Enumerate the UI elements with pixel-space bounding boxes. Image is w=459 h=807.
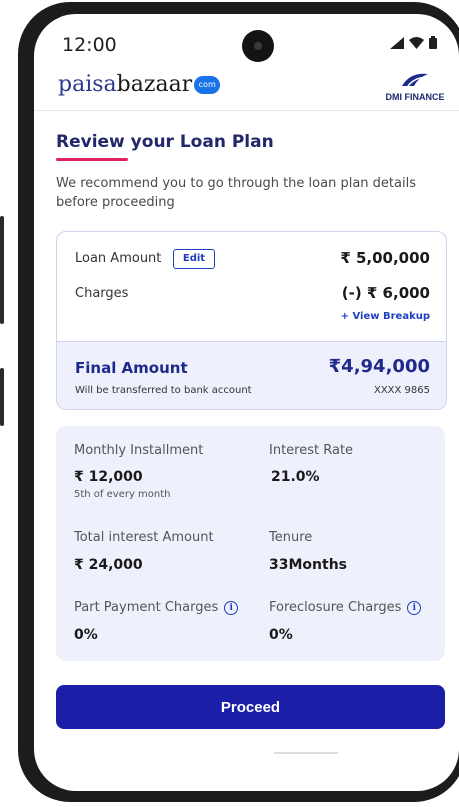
status-time: 12:00 (62, 34, 117, 56)
page-title: Review your Loan Plan (56, 132, 274, 152)
app-header: paisabazaar com DMI FINANCE (34, 64, 459, 111)
foreclosure-label: Foreclosure Charges i (269, 600, 422, 615)
foreclosure-label-text: Foreclosure Charges (269, 600, 402, 615)
title-underline (56, 158, 128, 161)
camera-icon (242, 30, 274, 62)
wifi-icon (409, 36, 424, 49)
loan-amount-value: ₹ 5,00,000 (340, 249, 430, 267)
loan-details-panel: Monthly Installment ₹ 12,000 5th of ever… (56, 426, 445, 661)
part-payment-label-text: Part Payment Charges (74, 600, 219, 615)
paisabazaar-logo[interactable]: paisabazaar com (58, 72, 221, 97)
foreclosure-value: 0% (269, 627, 293, 643)
dmi-finance-logo: DMI FINANCE (385, 70, 445, 102)
proceed-button[interactable]: Proceed (56, 685, 445, 729)
info-icon[interactable]: i (407, 600, 422, 615)
account-number: XXXX 9865 (373, 385, 430, 396)
signal-icon (390, 36, 404, 49)
interest-rate-label: Interest Rate (269, 443, 354, 458)
battery-icon (429, 36, 437, 49)
phone-side-button-upper (0, 216, 4, 324)
status-bar: 12:00 (34, 14, 459, 64)
tenure-value: 33Months (269, 557, 347, 573)
page-subtitle: We recommend you to go through the loan … (56, 176, 416, 210)
transfer-note: Will be transferred to bank account (75, 385, 252, 396)
logo-text-paisa: paisa (58, 72, 117, 97)
monthly-installment-label: Monthly Installment (74, 443, 204, 458)
monthly-installment-note: 5th of every month (74, 489, 171, 500)
loan-amount-label: Loan Amount (75, 251, 162, 266)
status-icons (390, 36, 437, 49)
logo-badge: com (194, 76, 221, 94)
tenure-label: Tenure (269, 530, 313, 545)
app-screen: 12:00 paisabazaar com DMI FINANCE Review … (34, 14, 459, 791)
dmi-logo-icon (402, 73, 428, 87)
phone-side-button-lower (0, 368, 4, 426)
bottom-hint-line (274, 752, 338, 754)
final-amount-section: Final Amount ₹4,94,000 Will be transferr… (57, 341, 446, 409)
charges-value: (-) ₹ 6,000 (341, 284, 430, 302)
charges-label: Charges (75, 286, 129, 301)
total-interest-value: ₹ 24,000 (74, 557, 143, 573)
loan-amount-card: Loan Amount Edit ₹ 5,00,000 Charges (-) … (56, 231, 447, 410)
final-amount-label: Final Amount (75, 359, 188, 377)
final-amount-value: ₹4,94,000 (328, 356, 430, 377)
part-payment-value: 0% (74, 627, 98, 643)
logo-text-bazaar: bazaar (116, 72, 193, 97)
partner-name: DMI FINANCE (385, 92, 445, 102)
info-icon[interactable]: i (224, 600, 239, 615)
part-payment-label: Part Payment Charges i (74, 600, 239, 615)
monthly-installment-value: ₹ 12,000 (74, 469, 143, 485)
total-interest-label: Total interest Amount (74, 530, 214, 545)
edit-button[interactable]: Edit (173, 249, 215, 269)
view-breakup-link[interactable]: + View Breakup (341, 311, 430, 322)
interest-rate-value: 21.0% (271, 469, 320, 485)
